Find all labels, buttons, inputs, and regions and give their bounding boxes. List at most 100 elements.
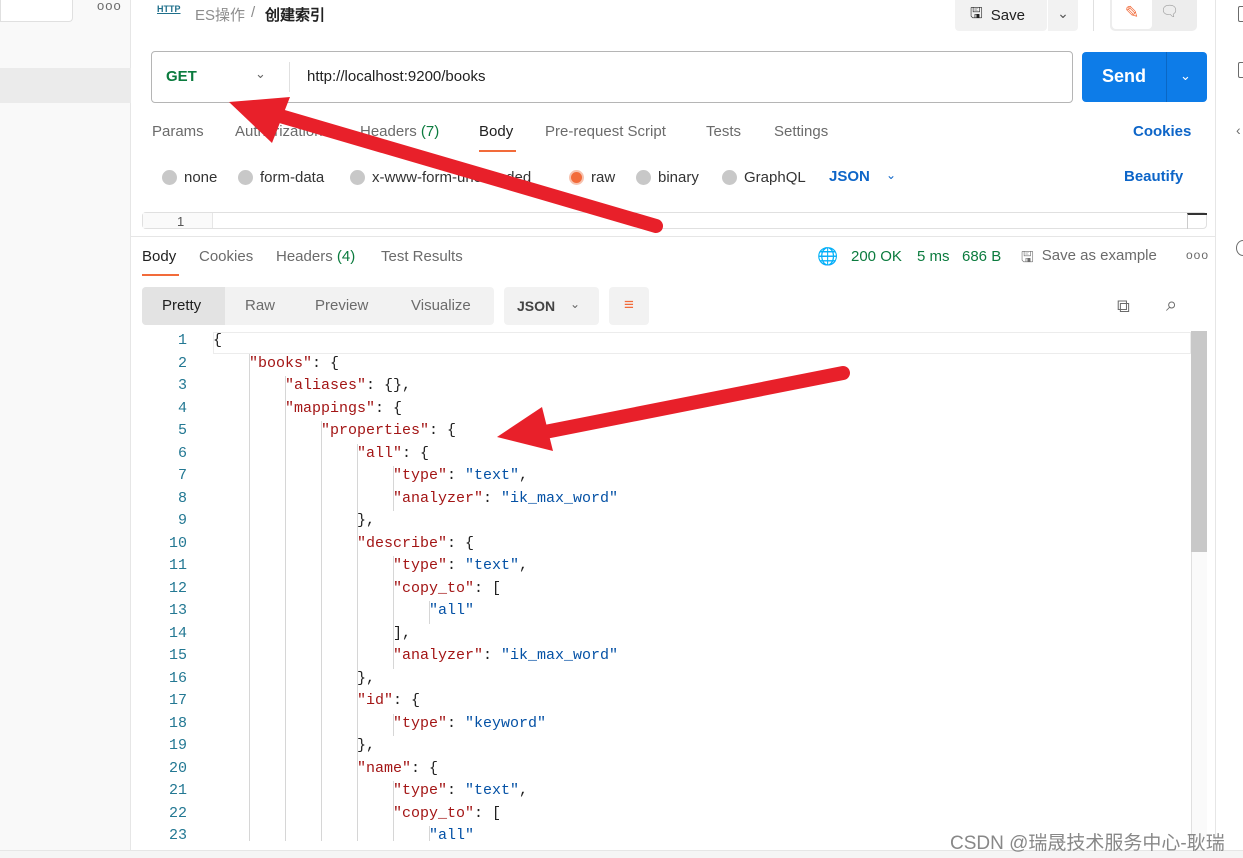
docs-icon[interactable]: [1238, 6, 1243, 22]
line-number: 1: [177, 214, 185, 229]
response-tab-cookies[interactable]: Cookies: [199, 248, 253, 265]
copy-icon[interactable]: ⧉: [1117, 296, 1130, 317]
pencil-icon[interactable]: ✎: [1112, 0, 1152, 29]
status-code[interactable]: 200 OK: [851, 248, 902, 265]
send-dropdown-icon[interactable]: ⌄: [1180, 68, 1191, 84]
history-icon[interactable]: [1236, 240, 1243, 256]
line-number: 1: [177, 332, 187, 349]
chevron-down-icon[interactable]: ⌄: [255, 66, 266, 82]
save-button[interactable]: 🖫 Save: [955, 0, 1047, 31]
chevron-down-icon[interactable]: ⌄: [886, 168, 896, 182]
response-time[interactable]: 5 ms: [917, 248, 950, 265]
radio-none[interactable]: none: [162, 169, 217, 186]
method-select[interactable]: GET: [166, 68, 197, 85]
tab-body[interactable]: Body: [479, 123, 513, 140]
url-input[interactable]: http://localhost:9200/books: [307, 68, 485, 85]
more-icon[interactable]: ooo: [1186, 248, 1209, 262]
indent-guide: [393, 556, 394, 669]
code-text: "name": {: [357, 759, 439, 777]
view-raw[interactable]: Raw: [245, 297, 275, 314]
sidebar-search-input[interactable]: [0, 0, 73, 22]
line-number: 21: [168, 782, 187, 799]
divider[interactable]: [131, 236, 1215, 237]
response-size[interactable]: 686 B: [962, 248, 1001, 265]
radio-graphql[interactable]: GraphQL: [722, 169, 806, 186]
code-line: 22 "copy_to": [: [131, 805, 1191, 828]
line-number: 8: [177, 489, 187, 507]
sidebar-selected-item[interactable]: [0, 68, 131, 103]
line-number: 22: [168, 804, 187, 822]
line-number: 5: [177, 422, 187, 439]
radio-x-www-form-urlencoded[interactable]: x-www-form-urlencoded: [350, 169, 531, 186]
line-number: 17: [168, 692, 187, 709]
tab-settings[interactable]: Settings: [774, 123, 828, 140]
globe-icon[interactable]: 🌐: [817, 247, 838, 267]
line-number: 14: [168, 624, 187, 642]
breadcrumb-collection[interactable]: ES操作: [195, 4, 245, 25]
send-label[interactable]: Send: [1102, 66, 1146, 87]
watermark: CSDN @瑞晟技术服务中心-耿瑞: [950, 833, 1225, 854]
info-icon[interactable]: [1238, 62, 1243, 78]
code-icon[interactable]: ‹: [1236, 122, 1241, 138]
response-body-code[interactable]: 1{2 "books": {3 "aliases": {}, 4 "mappings":…: [131, 331, 1191, 841]
indent-guide: [357, 443, 358, 841]
breadcrumb-separator: /: [251, 4, 256, 21]
code-line: 12 "copy_to": [: [131, 580, 1191, 603]
code-line: 13 "all": [131, 602, 1191, 625]
tab-headers[interactable]: Headers (7): [360, 123, 439, 140]
save-as-example-button[interactable]: 🖫 Save as example: [1021, 247, 1157, 272]
line-number: 4: [177, 399, 187, 417]
search-icon[interactable]: ⌕: [1166, 294, 1177, 317]
response-tab-body[interactable]: Body: [142, 248, 176, 265]
wrap-lines-icon[interactable]: ≡: [609, 287, 649, 325]
code-text: },: [357, 737, 376, 754]
arrow-to-method: [229, 97, 663, 233]
response-format-label[interactable]: JSON: [517, 298, 555, 314]
indent-guide: [321, 421, 322, 841]
code-line: 16},: [131, 670, 1191, 693]
response-tab-test-results[interactable]: Test Results: [381, 248, 463, 265]
code-line: 11 "type": "text",: [131, 557, 1191, 580]
comment-icon[interactable]: 🗨: [1160, 2, 1179, 20]
view-preview[interactable]: Preview: [315, 297, 368, 314]
code-text: "describe": {: [357, 534, 475, 552]
code-line: 15 "analyzer": "ik_max_word": [131, 647, 1191, 670]
radio-label: GraphQL: [744, 169, 806, 186]
response-tab-headers[interactable]: Headers (4): [276, 248, 355, 265]
resize-handle[interactable]: [1187, 213, 1207, 229]
headers-count: (4): [336, 248, 356, 265]
tab-authorization[interactable]: Authorization: [235, 123, 323, 140]
beautify-link[interactable]: Beautify: [1124, 168, 1183, 185]
divider: [289, 62, 290, 92]
save-label: Save: [990, 7, 1025, 24]
code-text: {: [213, 332, 223, 349]
radio-label: raw: [591, 169, 616, 186]
code-line: 1{: [131, 332, 1191, 355]
view-pretty[interactable]: Pretty: [162, 297, 201, 314]
scrollbar-thumb[interactable]: [1191, 331, 1207, 552]
sidebar-more-icon[interactable]: ooo: [97, 0, 122, 13]
headers-count: (7): [420, 123, 440, 140]
code-line: 18 "type": "keyword": [131, 715, 1191, 738]
save-dropdown-button[interactable]: ⌄: [1048, 0, 1078, 31]
radio-form-data[interactable]: form-data: [238, 169, 324, 186]
code-text: "mappings": {: [285, 399, 403, 417]
code-line: 21 "type": "text",: [131, 782, 1191, 805]
cookies-link[interactable]: Cookies: [1133, 123, 1191, 140]
tab-pre-request-script[interactable]: Pre-request Script: [545, 123, 666, 140]
tab-tests[interactable]: Tests: [706, 123, 741, 140]
line-number: 12: [168, 579, 187, 597]
tab-label: Headers: [360, 123, 417, 140]
raw-type-select[interactable]: JSON: [829, 168, 870, 185]
chevron-down-icon[interactable]: ⌄: [570, 297, 580, 311]
view-visualize[interactable]: Visualize: [411, 297, 471, 314]
code-text: "type": "text",: [393, 557, 529, 574]
tab-params[interactable]: Params: [152, 123, 204, 140]
request-body-editor[interactable]: [142, 212, 1207, 229]
radio-label: form-data: [260, 169, 325, 186]
code-text: "all": {: [357, 444, 430, 462]
breadcrumb-request[interactable]: 创建索引: [265, 4, 325, 25]
radio-raw[interactable]: raw: [569, 169, 615, 186]
code-line: 8 "analyzer": "ik_max_word": [131, 490, 1191, 513]
radio-binary[interactable]: binary: [636, 169, 699, 186]
